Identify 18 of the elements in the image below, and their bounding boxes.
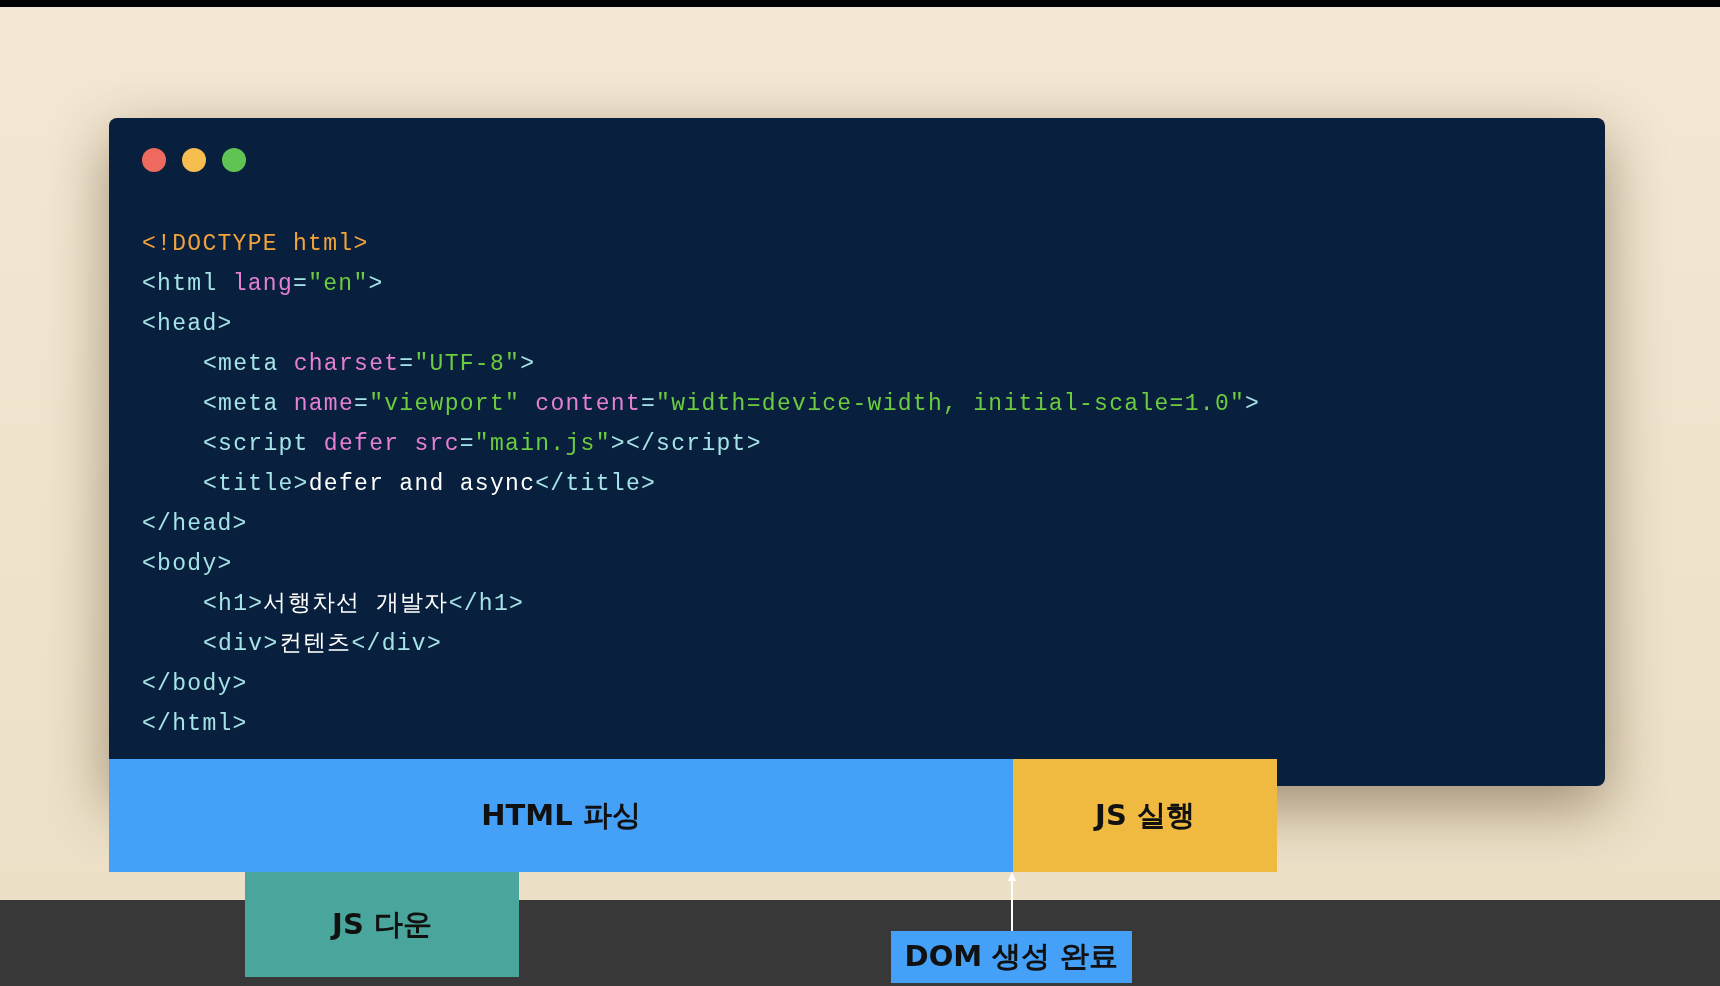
timeline-bar: JS 다운 [245, 872, 519, 977]
code-line: <head> [142, 311, 233, 337]
code-line: <meta name="viewport" content="width=device-width, initial-scale=1.0"> [203, 391, 1261, 417]
code-line: <script defer src="main.js"></script> [203, 431, 762, 457]
timeline-bar: HTML 파싱 [109, 759, 1013, 872]
arrow [1008, 872, 1016, 931]
code-line: </html> [142, 711, 248, 737]
marker-label: DOM 생성 완료 [891, 931, 1132, 983]
code-line: <h1>서행차선 개발자</h1> [203, 591, 525, 617]
code-line: <meta charset="UTF-8"> [203, 351, 536, 377]
code-line: <title>defer and async</title> [203, 471, 657, 497]
code-line: <!DOCTYPE html> [142, 231, 369, 257]
code-line: </head> [142, 511, 248, 537]
code-line: </body> [142, 671, 248, 697]
code-line: <html lang="en"> [142, 271, 384, 297]
code-line: <div>컨텐츠</div> [203, 631, 443, 657]
code-line: <body> [142, 551, 233, 577]
timeline-bar: JS 실행 [1013, 759, 1277, 872]
